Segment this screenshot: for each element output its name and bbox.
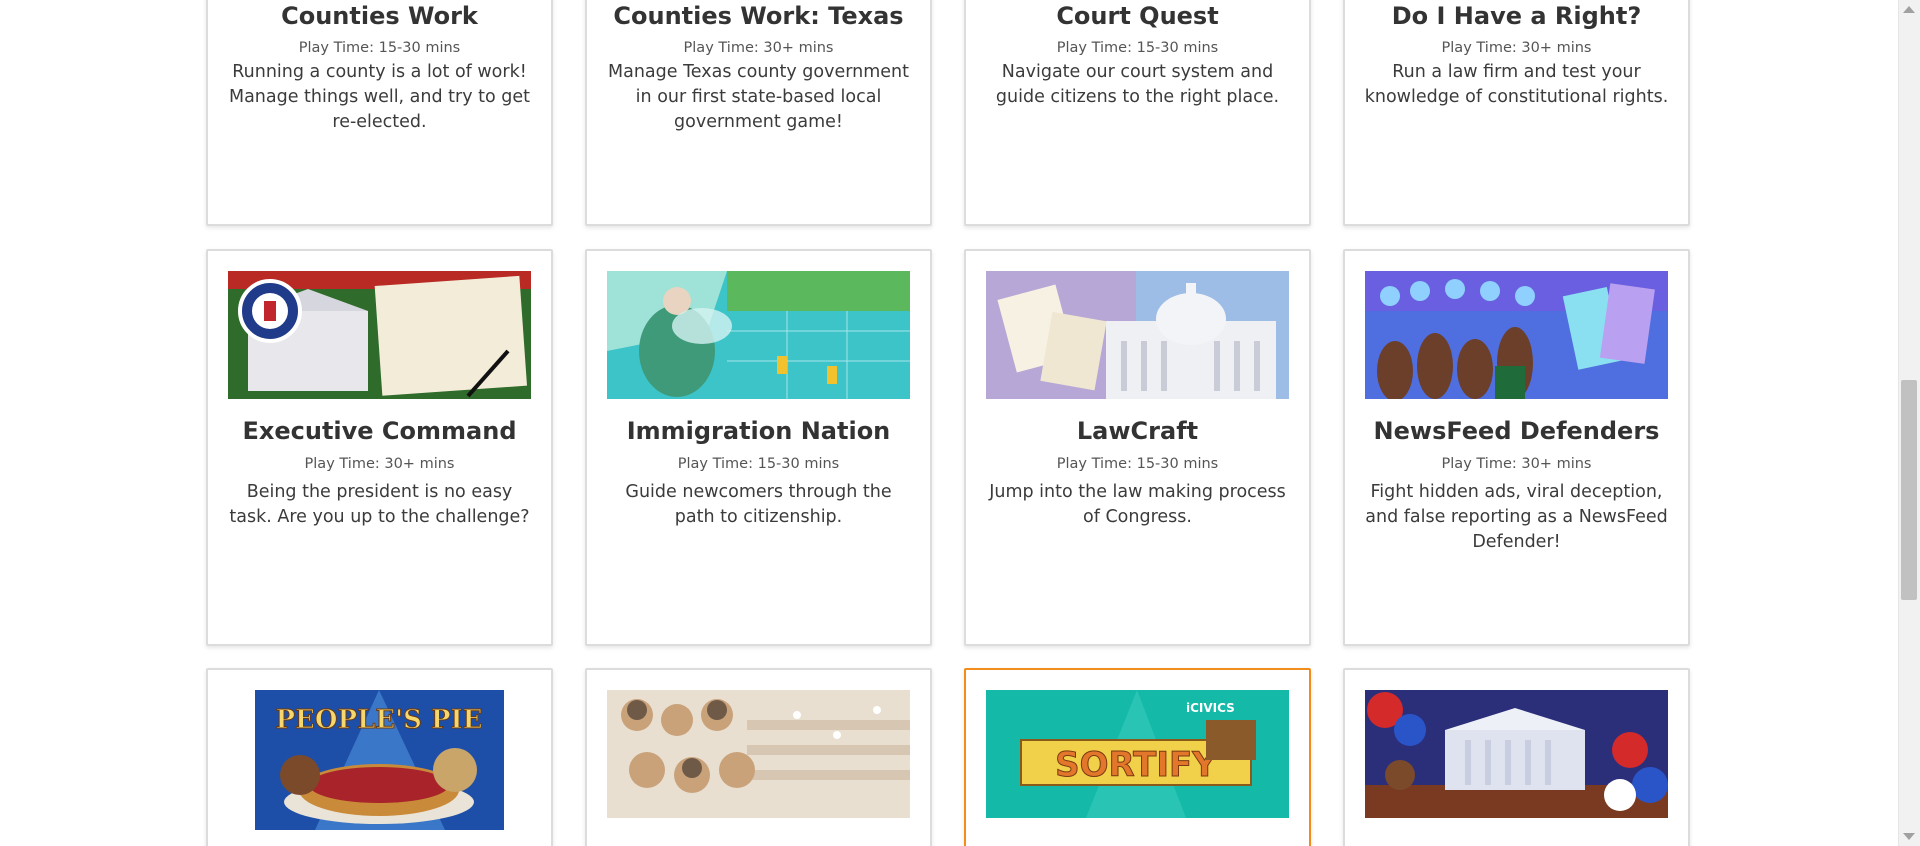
immigration-nation-image xyxy=(607,271,910,399)
win-the-white-house-image xyxy=(1365,690,1668,818)
executive-command-image xyxy=(228,271,531,399)
game-title: Counties Work: Texas xyxy=(613,2,904,30)
scroll-up-icon[interactable] xyxy=(1903,6,1915,13)
game-playtime: Play Time: 15-30 mins xyxy=(298,40,461,56)
game-card-peoples-pie[interactable]: PEOPLE'S PIE xyxy=(206,668,553,846)
game-card-executive-command[interactable]: Executive Command Play Time: 30+ mins Be… xyxy=(206,249,553,646)
peoples-pie-image: PEOPLE'S PIE xyxy=(255,690,504,830)
game-playtime: Play Time: 30+ mins xyxy=(1441,456,1592,472)
page-scrollbar[interactable] xyxy=(1898,0,1920,846)
scroll-down-icon[interactable] xyxy=(1903,833,1915,840)
game-playtime: Play Time: 15-30 mins xyxy=(1056,40,1219,56)
game-playtime: Play Time: 15-30 mins xyxy=(1056,456,1219,472)
game-playtime: Play Time: 30+ mins xyxy=(304,456,455,472)
game-description: Being the president is no easy task. Are… xyxy=(229,482,530,527)
game-title: Court Quest xyxy=(1056,2,1219,30)
game-grid: Counties Work Play Time: 15-30 mins Runn… xyxy=(0,0,1898,846)
game-card-lawcraft[interactable]: LawCraft Play Time: 15-30 mins Jump into… xyxy=(964,249,1311,646)
game-card-peoples-ratify[interactable] xyxy=(585,668,932,846)
game-playtime: Play Time: 30+ mins xyxy=(1441,40,1592,56)
game-description: Guide newcomers through the path to citi… xyxy=(625,482,892,527)
peoples-pie-logo-text: PEOPLE'S PIE xyxy=(276,705,483,735)
game-card-counties-work-texas[interactable]: Counties Work: Texas Play Time: 30+ mins… xyxy=(585,0,932,226)
game-card-court-quest[interactable]: Court Quest Play Time: 15-30 mins Naviga… xyxy=(964,0,1311,226)
sortify-partner-logo-text: iCIVICS xyxy=(1186,701,1235,715)
game-playtime: Play Time: 30+ mins xyxy=(683,40,834,56)
game-description: Run a law firm and test your knowledge o… xyxy=(1364,62,1669,107)
newsfeed-defenders-image xyxy=(1365,271,1668,399)
game-description: Manage Texas county government in our fi… xyxy=(608,62,909,132)
lawcraft-image xyxy=(986,271,1289,399)
game-card-win-the-white-house[interactable] xyxy=(1343,668,1690,846)
game-title: Counties Work xyxy=(281,2,478,30)
sortify-logo-text: SORTIFY xyxy=(1055,745,1217,785)
game-title: LawCraft xyxy=(1076,417,1199,445)
game-card-newsfeed-defenders[interactable]: NewsFeed Defenders Play Time: 30+ mins F… xyxy=(1343,249,1690,646)
game-description: Fight hidden ads, viral deception, and f… xyxy=(1365,482,1668,552)
game-card-do-i-have-a-right[interactable]: Do I Have a Right? Play Time: 30+ mins R… xyxy=(1343,0,1690,226)
game-title: Do I Have a Right? xyxy=(1391,2,1642,30)
game-description: Running a county is a lot of work! Manag… xyxy=(228,62,531,132)
game-title: NewsFeed Defenders xyxy=(1373,417,1660,445)
game-playtime: Play Time: 15-30 mins xyxy=(677,456,840,472)
game-title: Executive Command xyxy=(242,417,517,445)
game-card-immigration-nation[interactable]: Immigration Nation Play Time: 15-30 mins… xyxy=(585,249,932,646)
game-title: Immigration Nation xyxy=(626,417,891,445)
game-card-counties-work[interactable]: Counties Work Play Time: 15-30 mins Runn… xyxy=(206,0,553,226)
peoples-ratify-image xyxy=(607,690,910,818)
game-description: Jump into the law making process of Cong… xyxy=(989,482,1286,527)
scrollbar-thumb[interactable] xyxy=(1901,380,1917,600)
game-card-sortify[interactable]: iCIVICS SORTIFY xyxy=(964,668,1311,846)
sortify-image: iCIVICS SORTIFY xyxy=(986,690,1289,818)
game-description: Navigate our court system and guide citi… xyxy=(995,62,1280,107)
